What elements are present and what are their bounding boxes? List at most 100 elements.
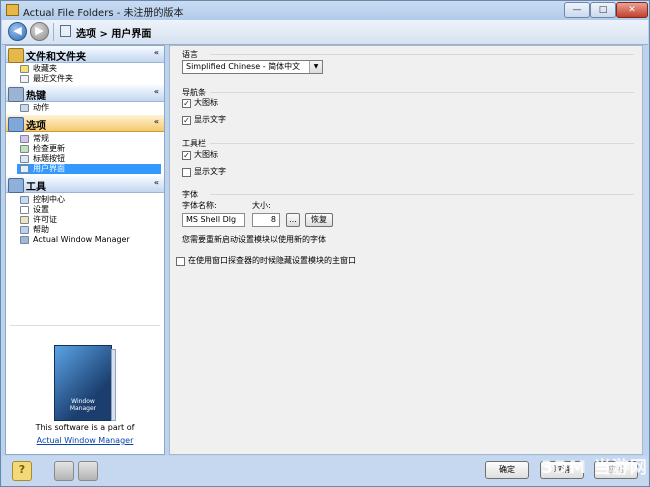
- help-icon: [20, 226, 29, 234]
- navigation-bar: ◀ ▶ 选项 > 用户界面: [2, 20, 648, 45]
- sidebar-item-label: 帮助: [33, 225, 49, 234]
- sidebar-item-label: 设置: [33, 205, 49, 214]
- sidebar-item-label: 最近文件夹: [33, 74, 73, 83]
- sidebar-item-check-updates[interactable]: 检查更新: [17, 144, 161, 154]
- font-size-label: 大小:: [252, 201, 271, 210]
- window-title: Actual File Folders - 未注册的版本: [23, 8, 184, 19]
- promo-divider: [10, 325, 160, 326]
- breadcrumb: 选项 > 用户界面: [76, 29, 152, 40]
- ok-button[interactable]: 确定: [485, 461, 529, 479]
- hide-main-window-label[interactable]: 在使用窗口探查器的时候隐藏设置模块的主窗口: [188, 256, 356, 266]
- font-size-field[interactable]: 8: [252, 213, 280, 227]
- navbar-large-icons-label[interactable]: 大图标: [194, 98, 218, 108]
- keyboard-icon: [8, 87, 24, 102]
- collapse-chevron-icon[interactable]: «: [154, 48, 159, 57]
- sidebar-item-settings[interactable]: 设置: [17, 205, 161, 215]
- font-name-label: 字体名称:: [182, 201, 217, 210]
- title-bar: Actual File Folders - 未注册的版本 — □ ✕: [1, 1, 649, 20]
- sidebar-item-label: 标题按钮: [33, 154, 65, 163]
- update-icon: [20, 145, 29, 153]
- recent-folders-icon: [20, 75, 29, 83]
- settings-panel: 语言 Simplified Chinese - 简体中文 ▼ 导航条 ✓ 大图标…: [169, 45, 643, 455]
- toolbar-show-text-checkbox[interactable]: [182, 168, 191, 177]
- options-page-icon: [60, 25, 71, 37]
- language-select[interactable]: Simplified Chinese - 简体中文 ▼: [182, 60, 323, 74]
- collapse-chevron-icon[interactable]: «: [154, 87, 159, 96]
- sidebar-item-label: 检查更新: [33, 144, 65, 153]
- watermark: 3DM 当游网: [541, 458, 648, 478]
- sidebar-item-user-interface[interactable]: 用户界面: [17, 164, 161, 174]
- section-options[interactable]: 选项 «: [6, 115, 164, 132]
- sidebar-item-label: Actual Window Manager: [33, 235, 130, 244]
- sidebar-item-recent-folders[interactable]: 最近文件夹: [17, 74, 161, 84]
- maximize-button[interactable]: □: [590, 2, 616, 18]
- font-restart-note: 您需要重新启动设置模块以使用新的字体: [182, 235, 326, 244]
- options-icon: [8, 117, 24, 132]
- font-name-field[interactable]: MS Shell Dlg: [182, 213, 245, 227]
- section-title: 文件和文件夹: [26, 52, 86, 63]
- help-icon[interactable]: ?: [12, 461, 32, 481]
- folder-icon: [8, 48, 24, 63]
- sidebar-item-actions[interactable]: 动作: [17, 103, 161, 113]
- navbar-large-icons-checkbox[interactable]: ✓: [182, 99, 191, 108]
- checkmark-icon: [20, 206, 29, 214]
- font-group-label: 字体: [182, 190, 198, 199]
- language-group-label: 语言: [182, 50, 198, 59]
- toolbar-group-label: 工具栏: [182, 139, 206, 148]
- sidebar: 文件和文件夹 « 收藏夹 最近文件夹 热键 « 动作 选项 « 常规 检查更新 …: [5, 45, 165, 455]
- product-box-label: Window Manager: [69, 398, 97, 412]
- toolbar-large-icons-label[interactable]: 大图标: [194, 150, 218, 160]
- star-icon: [20, 65, 29, 73]
- section-hotkeys[interactable]: 热键 «: [6, 85, 164, 102]
- tools-icon: [8, 178, 24, 193]
- hide-main-window-checkbox[interactable]: [176, 257, 185, 266]
- sidebar-item-favorites[interactable]: 收藏夹: [17, 64, 161, 74]
- promo-link[interactable]: Actual Window Manager: [6, 436, 164, 445]
- chevron-down-icon[interactable]: ▼: [309, 61, 322, 73]
- nav-divider: [53, 23, 54, 41]
- sidebar-item-label: 动作: [33, 103, 49, 112]
- sidebar-item-actual-window-manager[interactable]: Actual Window Manager: [17, 235, 161, 245]
- general-icon: [20, 135, 29, 143]
- navbar-group-label: 导航条: [182, 88, 206, 97]
- user-interface-icon: [20, 165, 29, 173]
- sidebar-item-general[interactable]: 常规: [17, 134, 161, 144]
- toolbar-show-text-label[interactable]: 显示文字: [194, 167, 226, 177]
- title-buttons-icon: [20, 155, 29, 163]
- section-files-folders[interactable]: 文件和文件夹 «: [6, 46, 164, 63]
- forward-button[interactable]: ▶: [30, 22, 49, 41]
- sidebar-item-label: 收藏夹: [33, 64, 57, 73]
- license-icon: [20, 216, 29, 224]
- sidebar-item-title-buttons[interactable]: 标题按钮: [17, 154, 161, 164]
- app-folder-icon: [6, 4, 19, 16]
- promo-text: This software is a part of: [35, 423, 135, 432]
- sidebar-item-label: 用户界面: [33, 164, 65, 173]
- redo-icon[interactable]: [78, 461, 98, 481]
- group-divider: [210, 194, 634, 195]
- collapse-chevron-icon[interactable]: «: [154, 178, 159, 187]
- toolbar-large-icons-checkbox[interactable]: ✓: [182, 151, 191, 160]
- minimize-button[interactable]: —: [564, 2, 590, 18]
- font-browse-button[interactable]: ...: [286, 213, 300, 227]
- section-title: 热键: [26, 91, 46, 102]
- navbar-show-text-label[interactable]: 显示文字: [194, 115, 226, 125]
- window-manager-icon: [20, 236, 29, 244]
- app-window: Actual File Folders - 未注册的版本 — □ ✕ ◀ ▶ 选…: [0, 0, 650, 487]
- section-tools[interactable]: 工具 «: [6, 176, 164, 193]
- collapse-chevron-icon[interactable]: «: [154, 117, 159, 126]
- undo-icon[interactable]: [54, 461, 74, 481]
- language-select-value: Simplified Chinese - 简体中文: [186, 62, 301, 71]
- product-box-side: [111, 349, 116, 421]
- group-divider: [210, 92, 634, 93]
- group-divider: [210, 143, 634, 144]
- navbar-show-text-checkbox[interactable]: ✓: [182, 116, 191, 125]
- sidebar-item-license[interactable]: 许可证: [17, 215, 161, 225]
- back-button[interactable]: ◀: [8, 22, 27, 41]
- control-center-icon: [20, 196, 29, 204]
- font-reset-button[interactable]: 恢复: [305, 213, 333, 227]
- group-divider: [210, 54, 634, 55]
- sidebar-item-label: 控制中心: [33, 195, 65, 204]
- sidebar-item-control-center[interactable]: 控制中心: [17, 195, 161, 205]
- close-button[interactable]: ✕: [616, 2, 648, 18]
- sidebar-item-help[interactable]: 帮助: [17, 225, 161, 235]
